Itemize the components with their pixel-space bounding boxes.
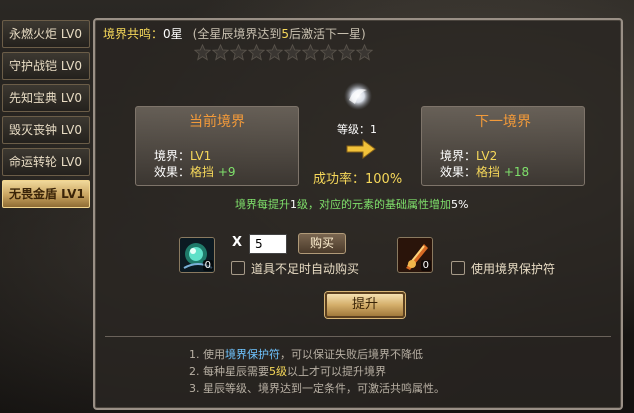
success-rate: 成功率：100% xyxy=(313,172,403,187)
tips: 1. 使用境界保护符，可以保证失败后境界不降低 2. 每种星辰需要5级以上才可以… xyxy=(189,346,445,397)
tab-wheel[interactable]: 命运转轮 LV0 xyxy=(2,148,90,176)
realm-panel: 境界共鸣：0星 (全星辰境界达到5后激活下一星) 当前境界 境界：LV1 效果：格… xyxy=(93,18,623,410)
current-realm-title: 当前境界 xyxy=(189,114,245,130)
next-realm-effect: 效果：格挡 +18 xyxy=(440,165,530,179)
protect-label: 使用境界保护符 xyxy=(471,262,556,276)
resonance-hint: (全星辰境界达到5后激活下一星) xyxy=(192,27,366,41)
buy-quantity-input[interactable] xyxy=(249,234,287,254)
resonance-stars xyxy=(194,44,374,62)
current-realm-box: 当前境界 境界：LV1 效果：格挡 +9 xyxy=(135,106,299,186)
divider xyxy=(105,336,611,337)
game-window: 永燃火炬 LV0 守护战铠 LV0 先知宝典 LV0 毁灭丧钟 LV0 命运转轮… xyxy=(0,0,634,413)
tab-armor[interactable]: 守护战铠 LV0 xyxy=(2,52,90,80)
multiply-label: X xyxy=(232,235,243,250)
star-icon xyxy=(266,44,283,61)
buy-button[interactable]: 购买 xyxy=(298,233,346,254)
tip-1: 1. 使用境界保护符，可以保证失败后境界不降低 xyxy=(189,348,423,361)
material-count: 0 xyxy=(202,260,213,271)
star-icon xyxy=(212,44,229,61)
current-realm-level: 境界：LV1 xyxy=(154,149,212,163)
protect-charm-icon[interactable]: 0 xyxy=(397,237,433,273)
star-icon xyxy=(320,44,337,61)
next-realm-box: 下一境界 境界：LV2 效果：格挡 +18 xyxy=(421,106,585,186)
level-text: 等级：1 xyxy=(337,123,377,136)
star-icon xyxy=(284,44,301,61)
auto-buy-checkbox[interactable] xyxy=(231,261,245,275)
resonance-line: 境界共鸣：0星 (全星辰境界达到5后激活下一星) xyxy=(103,25,366,42)
star-icon xyxy=(248,44,265,61)
resonance-value: 0星 xyxy=(163,27,183,41)
star-icon xyxy=(338,44,355,61)
star-icon xyxy=(356,44,373,61)
star-icon xyxy=(230,44,247,61)
tab-codex[interactable]: 先知宝典 LV0 xyxy=(2,84,90,112)
realm-orb-icon xyxy=(341,80,375,112)
protect-count: 0 xyxy=(420,260,431,271)
tab-shield[interactable]: 无畏金盾 LV1 xyxy=(2,180,90,208)
upgrade-info: 境界每提升1级，对应的元素的基础属性增加5% xyxy=(235,198,469,211)
material-item-icon[interactable]: 0 xyxy=(179,237,215,273)
resonance-label: 境界共鸣： xyxy=(103,27,164,41)
arrow-right-icon xyxy=(345,138,377,160)
current-realm-effect: 效果：格挡 +9 xyxy=(154,165,236,179)
tab-torch[interactable]: 永燃火炬 LV0 xyxy=(2,20,90,48)
tab-bell[interactable]: 毁灭丧钟 LV0 xyxy=(2,116,90,144)
upgrade-button[interactable]: 提升 xyxy=(325,292,405,318)
star-icon xyxy=(302,44,319,61)
tip-2: 2. 每种星辰需要5级以上才可以提升境界 xyxy=(189,365,386,378)
protect-checkbox[interactable] xyxy=(451,261,465,275)
tip-3: 3. 星辰等级、境界达到一定条件，可激活共鸣属性。 xyxy=(189,382,445,395)
auto-buy-label: 道具不足时自动购买 xyxy=(251,262,360,276)
next-realm-title: 下一境界 xyxy=(475,114,531,130)
next-realm-level: 境界：LV2 xyxy=(440,149,498,163)
star-icon xyxy=(194,44,211,61)
